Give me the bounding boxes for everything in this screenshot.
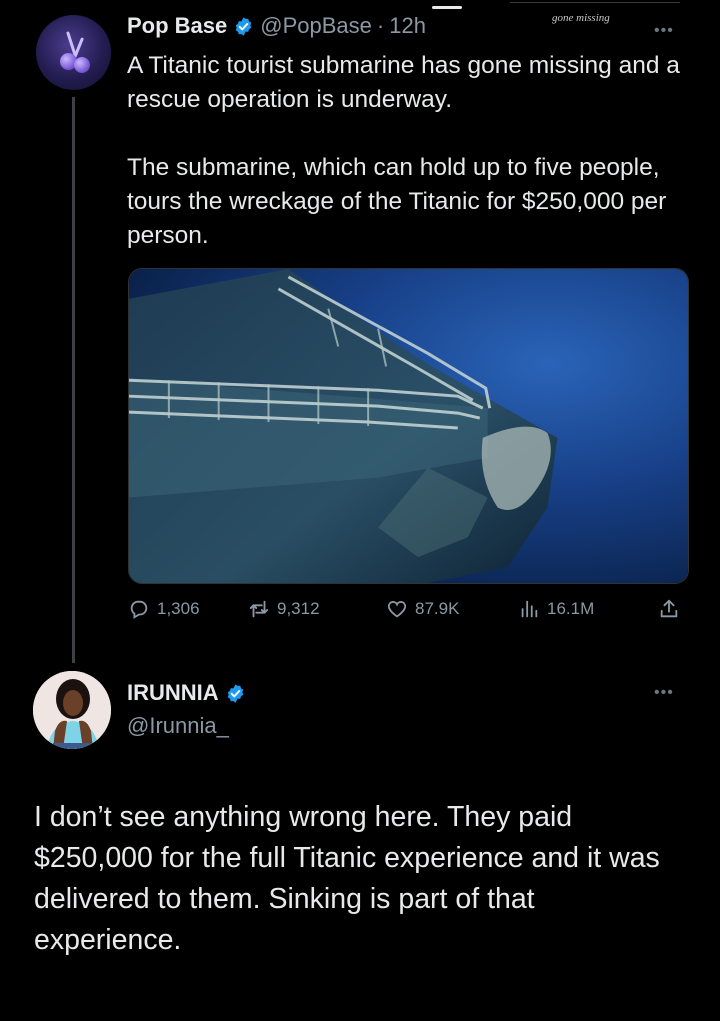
like-icon — [387, 601, 407, 618]
timestamp[interactable]: 12h — [389, 13, 426, 39]
display-name[interactable]: IRUNNIA — [127, 680, 219, 706]
reply-text: I don’t see anything wrong here. They pa… — [34, 801, 660, 956]
handle[interactable]: @PopBase — [260, 13, 372, 39]
tweet-paragraph: A Titanic tourist submarine has gone mis… — [127, 52, 680, 113]
retweet-count: 9,312 — [277, 599, 320, 618]
tweet-actions: 1,306 9,312 87.9K 16.1M — [128, 598, 690, 626]
more-icon[interactable]: ••• — [654, 22, 674, 40]
views-button[interactable]: 16.1M — [518, 598, 594, 620]
reply-author: IRUNNIA — [127, 680, 252, 706]
like-button[interactable]: 87.9K — [386, 598, 459, 620]
titanic-wreck-photo[interactable] — [128, 268, 689, 584]
views-icon — [521, 600, 538, 618]
verified-badge-icon — [236, 16, 252, 36]
share-button[interactable] — [658, 598, 687, 620]
cherry-icon — [74, 57, 90, 73]
thread-connector-line — [72, 97, 75, 663]
share-icon — [660, 599, 678, 618]
retweet-icon — [249, 600, 269, 618]
like-count: 87.9K — [415, 599, 460, 618]
avatar-photo — [33, 671, 111, 749]
tweet-paragraph: The submarine, which can hold up to five… — [127, 154, 667, 249]
avatar-irunnia[interactable] — [33, 671, 111, 749]
handle[interactable]: @Irunnia_ — [127, 713, 229, 739]
titanic-wreck-image — [129, 269, 688, 583]
tweet-header: Pop Base @PopBase · 12h — [127, 13, 426, 39]
reply-button[interactable]: 1,306 — [128, 598, 200, 620]
tweet-text: A Titanic tourist submarine has gone mis… — [127, 49, 687, 253]
separator-dot: · — [376, 13, 385, 38]
top-divider — [510, 2, 680, 3]
stray-caption: gone missing — [552, 12, 610, 24]
more-icon[interactable]: ••• — [654, 684, 674, 702]
reply-count: 1,306 — [157, 599, 200, 618]
avatar-popbase[interactable] — [36, 15, 111, 90]
display-name[interactable]: Pop Base — [127, 13, 227, 39]
retweet-button[interactable]: 9,312 — [248, 598, 320, 620]
views-count: 16.1M — [547, 599, 595, 618]
drag-handle — [432, 6, 462, 9]
reply-icon — [130, 600, 148, 619]
verified-badge-icon — [227, 683, 243, 703]
